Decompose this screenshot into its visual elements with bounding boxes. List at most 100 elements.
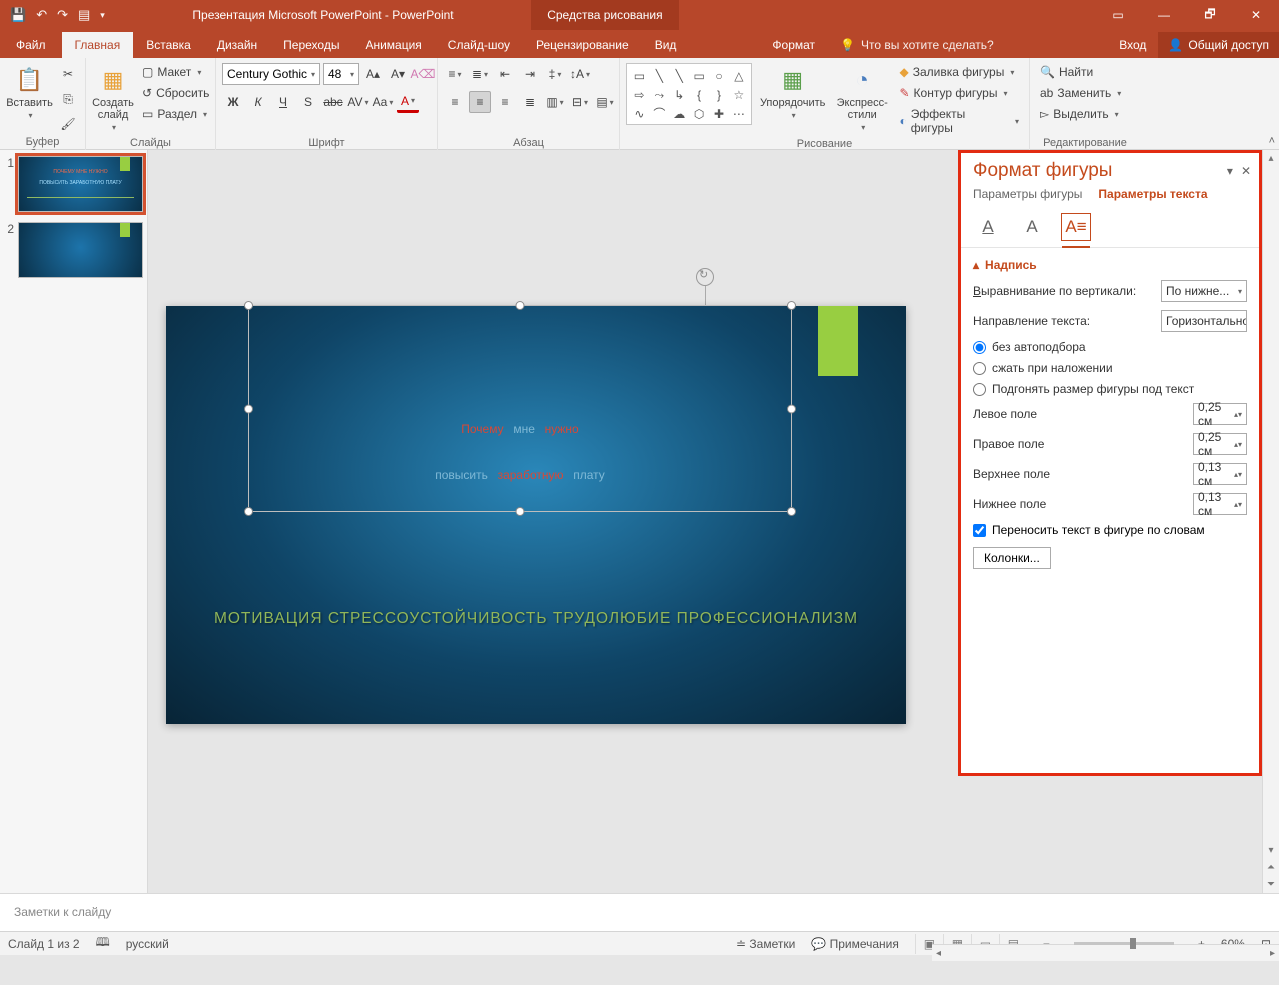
shape-oval-icon[interactable]: ○ <box>710 67 729 85</box>
undo-icon[interactable]: ↶ <box>36 7 47 23</box>
handle-b[interactable] <box>516 507 525 516</box>
indent-icon[interactable]: ⇥ <box>519 63 541 85</box>
tab-review[interactable]: Рецензирование <box>523 32 642 58</box>
underline-icon[interactable]: Ч <box>272 91 294 113</box>
section-button[interactable]: ▭Раздел▾ <box>138 105 213 123</box>
zoom-slider[interactable] <box>1074 942 1174 945</box>
tab-transitions[interactable]: Переходы <box>270 32 352 58</box>
clear-format-icon[interactable]: A⌫ <box>412 63 434 85</box>
shape-more-icon[interactable]: ⋯ <box>729 105 748 123</box>
shape-line-icon[interactable]: ╲ <box>650 67 669 85</box>
qat-more-icon[interactable]: ▾ <box>100 10 105 21</box>
pane-close-icon[interactable]: ✕ <box>1241 164 1251 178</box>
handle-tl[interactable] <box>244 301 253 310</box>
shape-arc-icon[interactable]: ⌒ <box>650 105 669 123</box>
textbox-icon[interactable]: A≡ <box>1061 213 1091 241</box>
replace-button[interactable]: abЗаменить▾ <box>1036 84 1125 102</box>
fmt-tab-text[interactable]: Параметры текста <box>1098 187 1207 201</box>
select-button[interactable]: ▻Выделить▾ <box>1036 105 1125 123</box>
comments-toggle[interactable]: 💬 Примечания <box>811 937 899 951</box>
rotate-handle[interactable] <box>696 268 714 286</box>
scroll-right-icon[interactable]: ▸ <box>1270 948 1275 959</box>
numbering-icon[interactable]: ≣▾ <box>469 63 491 85</box>
smartart-icon[interactable]: ▤▾ <box>594 91 616 113</box>
text-direction-icon[interactable]: ↕A▾ <box>569 63 591 85</box>
layout-button[interactable]: ▢Макет▾ <box>138 63 213 81</box>
scroll-up-icon[interactable]: ▴ <box>1263 150 1279 167</box>
text-effects-icon[interactable]: A <box>1017 213 1047 241</box>
drawing-tools-tab[interactable]: Средства рисования <box>531 0 678 30</box>
handle-tr[interactable] <box>787 301 796 310</box>
tab-file[interactable]: Файл <box>0 32 62 58</box>
shape-curve-icon[interactable]: ⤳ <box>650 86 669 104</box>
radio-no-autofit[interactable]: без автоподбора <box>973 340 1247 354</box>
maximize-icon[interactable]: 🗗 <box>1187 5 1233 26</box>
shape-rect-icon[interactable]: ▭ <box>690 67 709 85</box>
text-fill-icon[interactable]: A <box>973 213 1003 241</box>
shape-brace2-icon[interactable]: } <box>710 86 729 104</box>
tab-slideshow[interactable]: Слайд-шоу <box>435 32 523 58</box>
notes-pane[interactable]: Заметки к слайду <box>0 893 1279 931</box>
handle-r[interactable] <box>787 404 796 413</box>
align-text-icon[interactable]: ⊟▾ <box>569 91 591 113</box>
spacing-icon[interactable]: AV▾ <box>347 91 369 113</box>
shape-plus-icon[interactable]: ✚ <box>710 105 729 123</box>
margin-top-input[interactable]: 0,13 см▴▾ <box>1193 463 1247 485</box>
shape-fill-button[interactable]: ◆Заливка фигуры▾ <box>895 63 1023 81</box>
shape-hex-icon[interactable]: ⬡ <box>690 105 709 123</box>
outdent-icon[interactable]: ⇤ <box>494 63 516 85</box>
minimize-icon[interactable]: — <box>1141 8 1187 22</box>
italic-icon[interactable]: К <box>247 91 269 113</box>
reset-button[interactable]: ↺Сбросить <box>138 84 213 102</box>
valign-select[interactable]: По нижне...▾ <box>1161 280 1247 302</box>
horizontal-scrollbar[interactable]: ◂ ▸ <box>932 944 1279 961</box>
tab-design[interactable]: Дизайн <box>204 32 270 58</box>
linespacing-icon[interactable]: ‡▾ <box>544 63 566 85</box>
radio-shrink[interactable]: сжать при наложении <box>973 361 1247 375</box>
scroll-left-icon[interactable]: ◂ <box>936 948 941 959</box>
font-color-icon[interactable]: A▾ <box>397 91 419 113</box>
case-icon[interactable]: Aa▾ <box>372 91 394 113</box>
new-slide-button[interactable]: ▦ Создать слайд ▾ <box>92 63 134 134</box>
tab-animation[interactable]: Анимация <box>352 32 434 58</box>
language[interactable]: русский <box>126 937 169 951</box>
justify-icon[interactable]: ≣ <box>519 91 541 113</box>
tab-home[interactable]: Главная <box>62 32 134 58</box>
shapes-gallery[interactable]: ▭╲╲▭○△ ⇨⤳↳{}☆ ∿⌒☁⬡✚⋯ <box>626 63 752 125</box>
format-painter-icon[interactable]: 🖌 <box>57 113 79 135</box>
next-slide-icon[interactable]: ⏷ <box>1263 876 1279 893</box>
bullets-icon[interactable]: ≡▾ <box>444 63 466 85</box>
cut-icon[interactable]: ✂ <box>57 63 79 85</box>
close-icon[interactable]: ✕ <box>1233 8 1279 22</box>
shape-arrow-icon[interactable]: ⇨ <box>630 86 649 104</box>
arrange-button[interactable]: ▦ Упорядочить▾ <box>756 63 829 122</box>
bold-icon[interactable]: Ж <box>222 91 244 113</box>
shape-textbox-icon[interactable]: ▭ <box>630 67 649 85</box>
title-textbox[interactable]: Почему мне нужно повысить заработную пла… <box>248 305 792 512</box>
columns-button[interactable]: Колонки... <box>973 547 1051 569</box>
shape-cloud-icon[interactable]: ☁ <box>670 105 689 123</box>
slide-counter[interactable]: Слайд 1 из 2 <box>8 937 80 951</box>
shape-star-icon[interactable]: ☆ <box>729 86 748 104</box>
shape-effects-button[interactable]: ◐Эффекты фигуры▾ <box>895 105 1023 137</box>
share-button[interactable]: 👤Общий доступ <box>1158 32 1279 58</box>
wrap-checkbox[interactable]: Переносить текст в фигуре по словам <box>973 523 1247 537</box>
tab-view[interactable]: Вид <box>642 32 690 58</box>
shape-outline-button[interactable]: ✎Контур фигуры▾ <box>895 84 1023 102</box>
copy-icon[interactable]: ⎘ <box>57 88 79 110</box>
find-button[interactable]: 🔍Найти <box>1036 63 1125 81</box>
margin-bottom-input[interactable]: 0,13 см▴▾ <box>1193 493 1247 515</box>
slide-canvas[interactable]: МОТИВАЦИЯ СТРЕССОУСТОЙЧИВОСТЬ ТРУДОЛЮБИЕ… <box>148 150 1262 893</box>
align-center-icon[interactable]: ≡ <box>469 91 491 113</box>
quick-styles-button[interactable]: ◔ Экспресс- стили▾ <box>833 63 892 134</box>
section-header[interactable]: ▴Надпись <box>973 258 1247 272</box>
collapse-ribbon-icon[interactable]: ˄ <box>1269 135 1275 147</box>
thumb-slide-2[interactable] <box>18 222 143 278</box>
shape-freeform-icon[interactable]: ∿ <box>630 105 649 123</box>
shadow-icon[interactable]: S <box>297 91 319 113</box>
shape-tri-icon[interactable]: △ <box>729 67 748 85</box>
tell-me[interactable]: 💡Что вы хотите сделать? <box>828 32 1107 58</box>
sign-in[interactable]: Вход <box>1107 32 1158 58</box>
shape-line2-icon[interactable]: ╲ <box>670 67 689 85</box>
strike-icon[interactable]: abc <box>322 91 344 113</box>
